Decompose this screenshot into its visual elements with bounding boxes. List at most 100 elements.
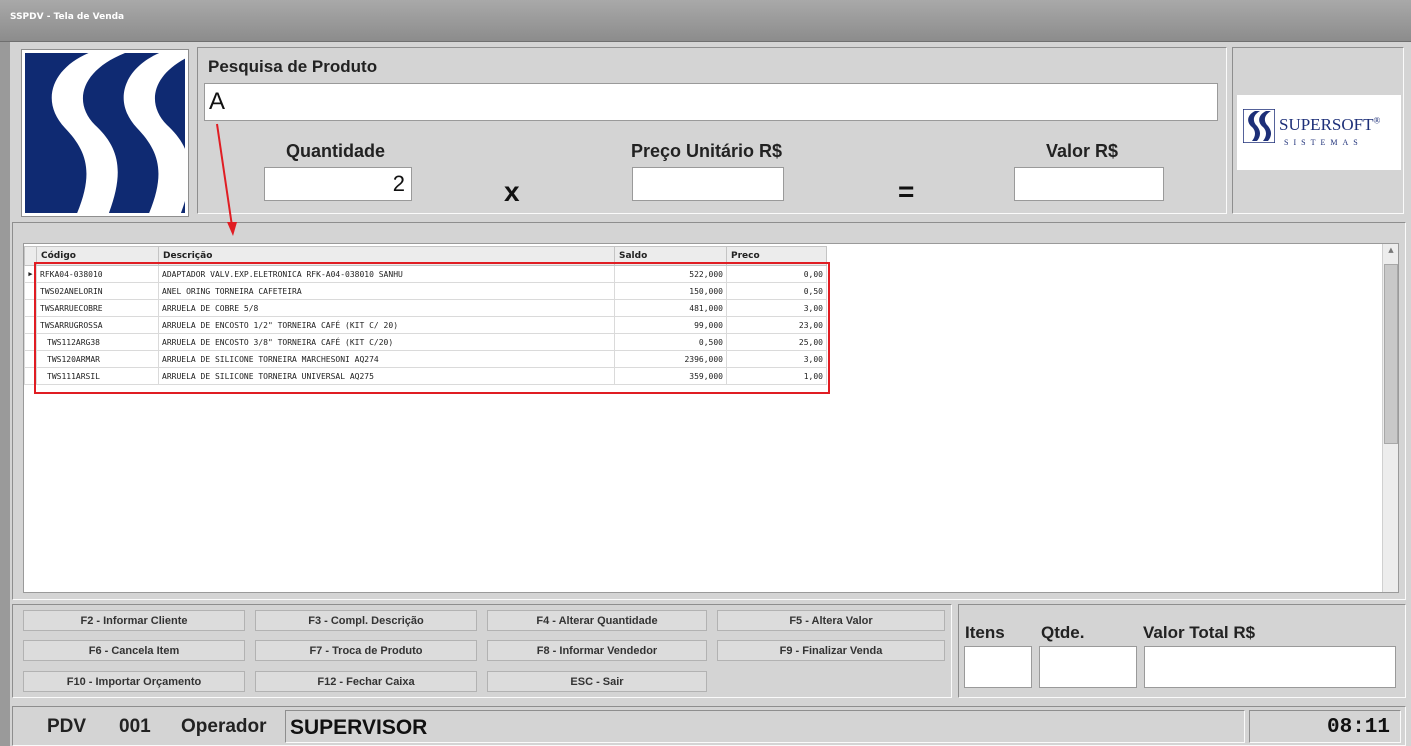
column-header-description[interactable]: Descrição [158,246,615,266]
cell-description: ARRUELA DE SILICONE TORNEIRA UNIVERSAL A… [158,367,615,385]
quantity-input[interactable]: 2 [264,167,412,201]
cell-preco: 25,00 [726,333,827,351]
cell-code: TWS120ARMAR [36,350,159,368]
brand-subtitle: SISTEMAS [1284,138,1363,147]
pdv-label: PDV [47,716,87,737]
f8-inform-seller-button[interactable]: F8 - Informar Vendedor [487,640,707,661]
cell-description: ARRUELA DE ENCOSTO 3/8" TORNEIRA CAFÉ (K… [158,333,615,351]
cell-description: ADAPTADOR VALV.EXP.ELETRONICA RFK-A04-03… [158,265,615,283]
cell-preco: 0,50 [726,282,827,300]
f5-change-value-button[interactable]: F5 - Altera Valor [717,610,945,631]
table-row[interactable]: TWS111ARSIL ARRUELA DE SILICONE TORNEIRA… [24,367,827,385]
function-keys-panel: F2 - Informar Cliente F3 - Compl. Descri… [12,604,952,698]
unit-price-label: Preço Unitário R$ [631,141,783,161]
equals-symbol: = [898,176,915,207]
value-input[interactable] [1014,167,1164,201]
quantity-label: Quantidade [286,141,386,161]
row-indicator [24,350,37,368]
row-indicator [24,282,37,300]
operator-label: Operador [181,716,267,737]
cell-saldo: 99,000 [614,316,727,334]
row-indicator-header [24,246,37,266]
cell-preco: 23,00 [726,316,827,334]
f10-import-quote-button[interactable]: F10 - Importar Orçamento [23,671,245,692]
scrollbar-thumb[interactable] [1384,264,1398,444]
row-indicator [24,333,37,351]
product-table: Código Descrição Saldo Preco ▶ RFKA04-03… [24,246,827,385]
current-row-arrow-icon: ▶ [24,265,37,283]
column-header-preco[interactable]: Preco [726,246,827,266]
product-grid-panel: Código Descrição Saldo Preco ▶ RFKA04-03… [12,222,1406,600]
operator-name: SUPERVISOR [290,716,428,739]
cell-saldo: 481,000 [614,299,727,317]
total-value-label: Valor Total R$ [1143,623,1256,642]
column-header-code[interactable]: Código [36,246,159,266]
cell-code: TWSARRUECOBRE [36,299,159,317]
supersoft-mark-icon [1243,109,1275,143]
cell-preco: 3,00 [726,299,827,317]
clock-box: 08:11 [1249,710,1401,743]
cell-description: ARRUELA DE ENCOSTO 1/2" TORNEIRA CAFÉ (K… [158,316,615,334]
cell-code: RFKA04-038010 [36,265,159,283]
cell-description: ARRUELA DE SILICONE TORNEIRA MARCHESONI … [158,350,615,368]
cell-saldo: 522,000 [614,265,727,283]
f3-complement-description-button[interactable]: F3 - Compl. Descrição [255,610,477,631]
row-indicator [24,299,37,317]
multiply-symbol: x [504,176,520,207]
f2-inform-client-button[interactable]: F2 - Informar Cliente [23,610,245,631]
value-label: Valor R$ [1046,141,1119,161]
cell-saldo: 2396,000 [614,350,727,368]
status-bar: PDV 001 Operador SUPERVISOR 08:11 [12,706,1406,746]
window-titlebar: SSPDV - Tela de Venda [0,0,1411,42]
product-grid[interactable]: Código Descrição Saldo Preco ▶ RFKA04-03… [23,243,1399,593]
window-title: SSPDV - Tela de Venda [10,12,125,22]
row-indicator [24,316,37,334]
row-indicator [24,367,37,385]
table-row[interactable]: ▶ RFKA04-038010 ADAPTADOR VALV.EXP.ELETR… [24,265,827,283]
cell-saldo: 359,000 [614,367,727,385]
supersoft-logo: SUPERSOFT® SISTEMAS [1237,95,1401,170]
cell-description: ANEL ORING TORNEIRA CAFETEIRA [158,282,615,300]
cell-preco: 0,00 [726,265,827,283]
cell-description: ARRUELA DE COBRE 5/8 [158,299,615,317]
table-row[interactable]: TWS02ANELORIN ANEL ORING TORNEIRA CAFETE… [24,282,827,300]
f6-cancel-item-button[interactable]: F6 - Cancela Item [23,640,245,661]
brand-panel: SUPERSOFT® SISTEMAS [1232,47,1404,214]
product-search-input[interactable]: A [204,83,1218,121]
qty-label: Qtde. [1041,623,1085,642]
grid-vertical-scrollbar[interactable]: ▲ [1382,244,1398,592]
table-row[interactable]: TWS120ARMAR ARRUELA DE SILICONE TORNEIRA… [24,350,827,368]
column-header-saldo[interactable]: Saldo [614,246,727,266]
unit-price-input[interactable] [632,167,784,201]
f4-change-quantity-button[interactable]: F4 - Alterar Quantidade [487,610,707,631]
items-label: Itens [965,623,1005,642]
cell-saldo: 0,500 [614,333,727,351]
window-left-edge [0,42,10,746]
cell-code: TWS112ARG38 [36,333,159,351]
table-header-row: Código Descrição Saldo Preco [24,246,827,266]
cell-code: TWS111ARSIL [36,367,159,385]
totals-panel: Itens Qtde. Valor Total R$ [958,604,1406,698]
cell-saldo: 150,000 [614,282,727,300]
search-label: Pesquisa de Produto [208,57,378,76]
company-logo [22,50,188,216]
clock: 08:11 [1326,716,1390,739]
product-search-panel: Pesquisa de Produto A Quantidade 2 x Pre… [197,47,1227,214]
operator-box: SUPERVISOR [285,710,1245,743]
f7-exchange-product-button[interactable]: F7 - Troca de Produto [255,640,477,661]
scroll-up-arrow-icon[interactable]: ▲ [1385,246,1397,258]
table-row[interactable]: TWSARRUECOBRE ARRUELA DE COBRE 5/8 481,0… [24,299,827,317]
brand-name: SUPERSOFT® [1279,115,1381,134]
items-count-field [964,646,1032,688]
cell-preco: 3,00 [726,350,827,368]
cell-code: TWS02ANELORIN [36,282,159,300]
cell-preco: 1,00 [726,367,827,385]
f12-close-register-button[interactable]: F12 - Fechar Caixa [255,671,477,692]
pdv-number: 001 [119,716,151,737]
table-row[interactable]: TWS112ARG38 ARRUELA DE ENCOSTO 3/8" TORN… [24,333,827,351]
table-row[interactable]: TWSARRUGROSSA ARRUELA DE ENCOSTO 1/2" TO… [24,316,827,334]
cell-code: TWSARRUGROSSA [36,316,159,334]
qty-total-field [1039,646,1137,688]
f9-finish-sale-button[interactable]: F9 - Finalizar Venda [717,640,945,661]
esc-exit-button[interactable]: ESC - Sair [487,671,707,692]
